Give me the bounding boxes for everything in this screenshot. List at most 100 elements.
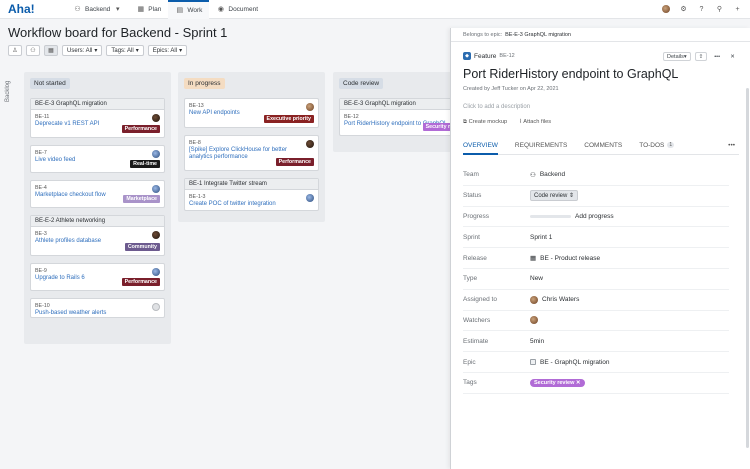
field-label: Release [463, 254, 487, 262]
create-mockup-label: Create mockup [468, 119, 508, 125]
calendar-view-button[interactable]: ▦ [44, 45, 58, 56]
epic-group: BE-E-3 GraphQL migration BE-12 Port Ride… [339, 98, 457, 136]
epic-group-title[interactable]: BE-E-2 Athlete networking [31, 216, 164, 227]
tag-chip[interactable]: Security review ✕ [530, 378, 585, 387]
status-dropdown[interactable]: Code review ⇕ [530, 190, 579, 202]
feature-card[interactable]: BE-11 Deprecate v1 REST API Performance [31, 110, 164, 137]
backlog-toggle[interactable]: Backlog [3, 72, 13, 152]
nav-document[interactable]: ◉ Document [209, 0, 265, 19]
progress-value[interactable]: Add progress [530, 213, 614, 220]
calendar-icon: ▦ [530, 255, 537, 263]
tab-requirements[interactable]: REQUIREMENTS [515, 142, 567, 155]
close-icon: ✕ [730, 53, 735, 60]
field-label: Tags [463, 379, 477, 387]
card-tag[interactable]: Marketplace [123, 195, 160, 203]
search-icon[interactable]: ⚲ [715, 5, 724, 14]
feature-card[interactable]: BE-13 New API endpoints Executive priori… [184, 98, 319, 128]
field-release: Release ▦ BE - Product release [463, 248, 729, 269]
progress-text: Add progress [575, 212, 614, 220]
feature-title[interactable]: Port RiderHistory endpoint to GraphQL [463, 67, 678, 81]
record-id[interactable]: BE-12 [499, 53, 514, 59]
user-avatar[interactable] [662, 5, 670, 13]
field-type: Type New [463, 269, 729, 290]
panel-scrollbar[interactable] [746, 88, 749, 448]
tabs-more-icon[interactable]: ••• [728, 142, 735, 149]
team-icon: ⚇ [74, 6, 81, 13]
card-tag[interactable]: Community [124, 243, 160, 251]
estimate-value[interactable]: 5min [530, 338, 544, 345]
card-id: BE-9 [35, 268, 47, 274]
create-mockup-button[interactable]: ⧉ Create mockup [463, 119, 507, 126]
card-id: BE-11 [35, 114, 50, 120]
feature-card[interactable]: BE-12 Port RiderHistory endpoint to Grap… [340, 110, 456, 135]
settings-icon[interactable]: ⚙ [679, 5, 688, 14]
details-button[interactable]: Details ▾ [663, 52, 691, 61]
calendar-icon: ▦ [48, 48, 54, 54]
nav-plan-label: Plan [148, 5, 162, 13]
record-type-row: ◆ Feature BE-12 [463, 52, 515, 60]
card-tag[interactable]: Real-time [130, 160, 160, 168]
description-field[interactable]: Click to add a description [463, 104, 530, 110]
tab-comments[interactable]: COMMENTS [584, 142, 622, 155]
epic-value[interactable]: BE - GraphQL migration [530, 359, 609, 366]
assignee-avatar [306, 140, 314, 148]
users-filter[interactable]: Users: All ▾ [62, 45, 103, 56]
close-button[interactable]: ✕ [727, 52, 738, 61]
person-view-button[interactable]: ♙ [8, 45, 22, 56]
feature-card[interactable]: BE-8 [Spike] Explore ClickHouse for bett… [184, 135, 319, 171]
feature-card[interactable]: BE-1-3 Create POC of twitter integration [185, 190, 318, 210]
column-in-progress: In progress BE-13 New API endpoints Exec… [178, 72, 325, 222]
status-pill: Code review ⇕ [530, 190, 579, 202]
epic-icon [530, 359, 536, 366]
field-team: Team ⚇ Backend [463, 165, 729, 186]
card-title[interactable]: Create POC of twitter integration [189, 201, 314, 208]
share-button[interactable]: ⇪ [694, 52, 708, 61]
tags-value[interactable]: Security review ✕ [530, 378, 585, 387]
assignee-avatar [152, 268, 160, 276]
field-estimate: Estimate 5min [463, 331, 729, 353]
card-tag[interactable]: Executive priority [263, 115, 314, 123]
nav-plan[interactable]: ▦ Plan [129, 0, 168, 19]
detail-tabs: OVERVIEW REQUIREMENTS COMMENTS TO-DOS 1 •… [463, 142, 739, 155]
release-value[interactable]: ▦ BE - Product release [530, 254, 600, 263]
feature-detail-panel: Belongs to epic: BE-E-3 GraphQL migratio… [450, 28, 750, 469]
more-button[interactable]: ••• [711, 52, 723, 61]
card-id: BE-4 [35, 185, 47, 191]
type-value[interactable]: New [530, 275, 543, 282]
aha-logo[interactable]: Aha! [8, 2, 66, 16]
card-tag[interactable]: Performance [275, 158, 314, 166]
feature-card[interactable]: BE-7 Live video feed Real-time [30, 145, 165, 173]
epics-filter[interactable]: Epics: All ▾ [147, 45, 188, 56]
assignee-value[interactable]: Chris Waters [530, 295, 579, 304]
field-sprint: Sprint Sprint 1 [463, 227, 729, 249]
plus-icon[interactable]: + [733, 5, 742, 14]
epic-group-title[interactable]: BE-E-3 GraphQL migration [340, 99, 456, 110]
sprint-value[interactable]: Sprint 1 [530, 234, 552, 241]
field-label: Watchers [463, 316, 491, 324]
tab-todos[interactable]: TO-DOS 1 [639, 142, 675, 155]
watchers-value[interactable] [530, 316, 538, 325]
card-title[interactable]: Push-based weather alerts [35, 310, 160, 317]
field-label: Team [463, 171, 479, 179]
feature-card[interactable]: BE-3 Athlete profiles database Community [31, 227, 164, 255]
nav-work[interactable]: ▤ Work [168, 0, 210, 19]
team-text: Backend [539, 171, 566, 179]
team-view-button[interactable]: ⚇ [26, 45, 40, 56]
field-label: Epic [463, 358, 476, 366]
tags-filter[interactable]: Tags: All ▾ [106, 45, 144, 56]
help-icon[interactable]: ? [697, 5, 706, 14]
attach-files-button[interactable]: ⌇ Attach files [519, 119, 551, 126]
workspace-switcher[interactable]: ⚇ Backend ▾ [66, 0, 129, 19]
card-tag[interactable]: Performance [121, 278, 160, 286]
epic-group-title[interactable]: BE-1 Integrate Twitter stream [185, 179, 318, 190]
belongs-epic-link[interactable]: BE-E-3 GraphQL migration [505, 32, 571, 38]
panel-actions: Details ▾ ⇪ ••• ✕ [663, 52, 738, 61]
card-tag[interactable]: Performance [121, 125, 160, 133]
team-value[interactable]: ⚇ Backend [530, 171, 565, 179]
tab-overview[interactable]: OVERVIEW [463, 142, 498, 155]
epic-group-title[interactable]: BE-E-3 GraphQL migration [31, 99, 164, 110]
feature-card[interactable]: BE-10 Push-based weather alerts [30, 298, 165, 318]
close-icon[interactable]: ✕ [576, 380, 581, 386]
feature-card[interactable]: BE-9 Upgrade to Rails 6 Performance [30, 263, 165, 291]
feature-card[interactable]: BE-4 Marketplace checkout flow Marketpla… [30, 180, 165, 208]
